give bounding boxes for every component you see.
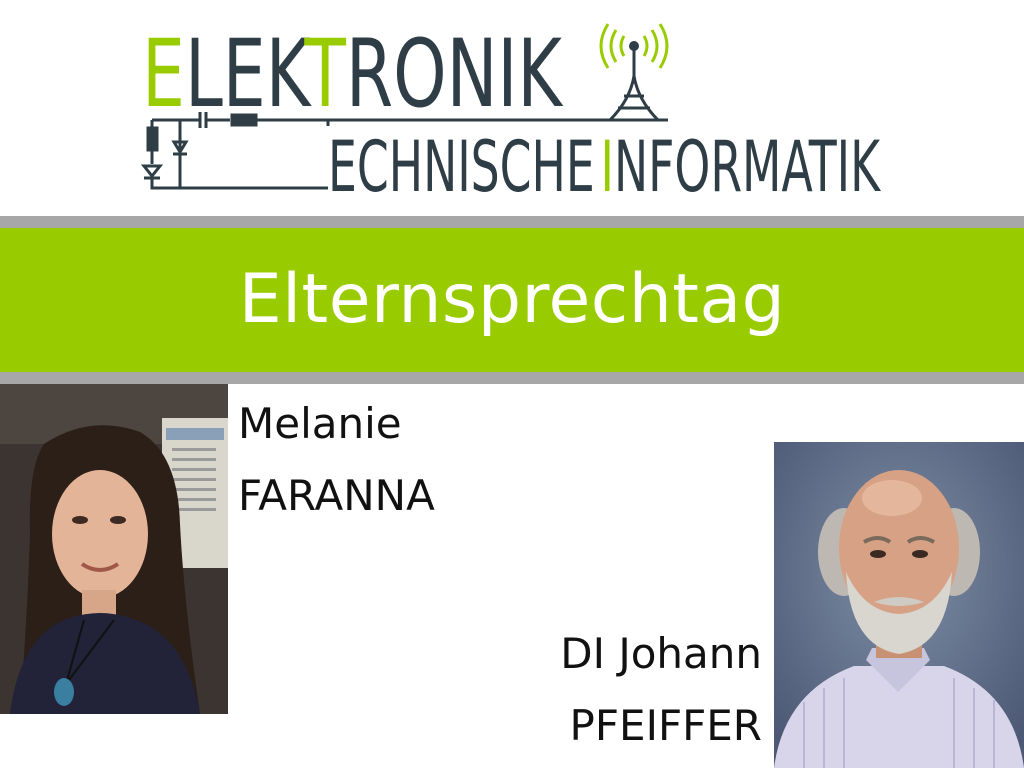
teacher-name-left: Melanie FARANNA xyxy=(238,388,435,532)
antenna-icon xyxy=(600,48,668,122)
page-title: Elternsprechtag xyxy=(238,260,786,339)
banner-divider-top xyxy=(0,216,1024,228)
logo-text-technische-informatik: ECHNISCHEINFORMATIK xyxy=(328,126,881,203)
teacher-last-name: PFEIFFER xyxy=(569,701,762,750)
school-logo: ELEKTRONIK ECHNISCHEINFORMATIK xyxy=(140,18,885,208)
teacher-last-name: FARANNA xyxy=(238,471,435,520)
teacher-first-name: Melanie xyxy=(238,399,402,448)
banner-divider-bottom xyxy=(0,372,1024,384)
teacher-name-right: DI Johann PFEIFFER xyxy=(560,618,762,762)
title-banner: Elternsprechtag xyxy=(0,228,1024,372)
portrait-photo-left xyxy=(0,384,228,714)
teacher-first-name: DI Johann xyxy=(560,629,762,678)
portrait-photo-right xyxy=(774,442,1024,768)
